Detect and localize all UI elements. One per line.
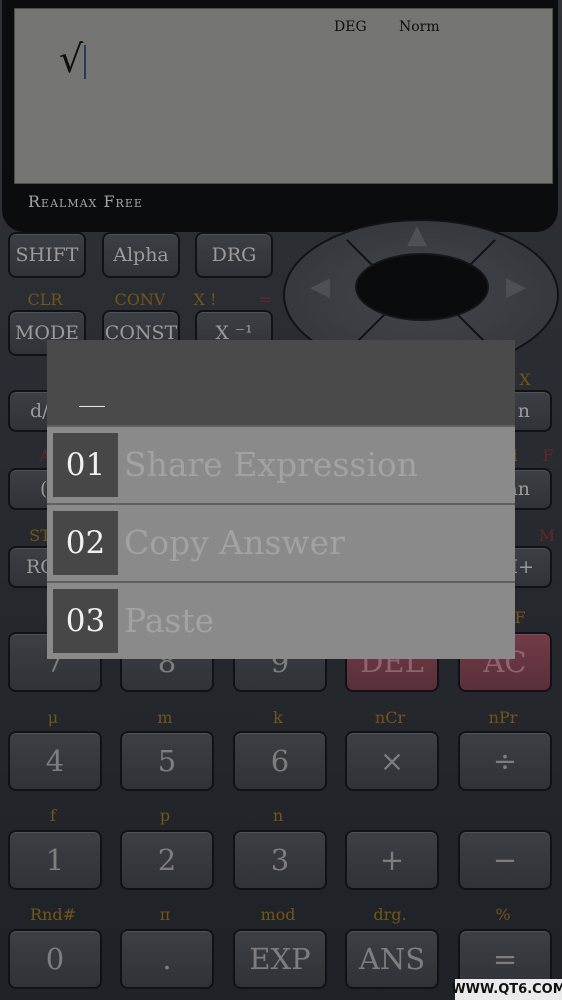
menu-item-label: Copy Answer [124, 523, 345, 562]
context-menu-dialog: __ 01 Share Expression 02 Copy Answer 03… [47, 340, 515, 659]
watermark: WWW.QT6.COM [451, 979, 562, 1000]
dialog-header: __ [47, 340, 515, 425]
menu-item-number: 03 [53, 589, 118, 653]
menu-item-number: 02 [53, 511, 118, 575]
menu-item-copy-answer[interactable]: 02 Copy Answer [47, 503, 515, 581]
menu-item-number: 01 [53, 433, 118, 497]
menu-item-share-expression[interactable]: 01 Share Expression [47, 425, 515, 503]
dialog-title: __ [79, 378, 105, 408]
menu-item-label: Paste [124, 601, 215, 640]
menu-item-label: Share Expression [124, 445, 419, 484]
menu-item-paste[interactable]: 03 Paste [47, 581, 515, 659]
